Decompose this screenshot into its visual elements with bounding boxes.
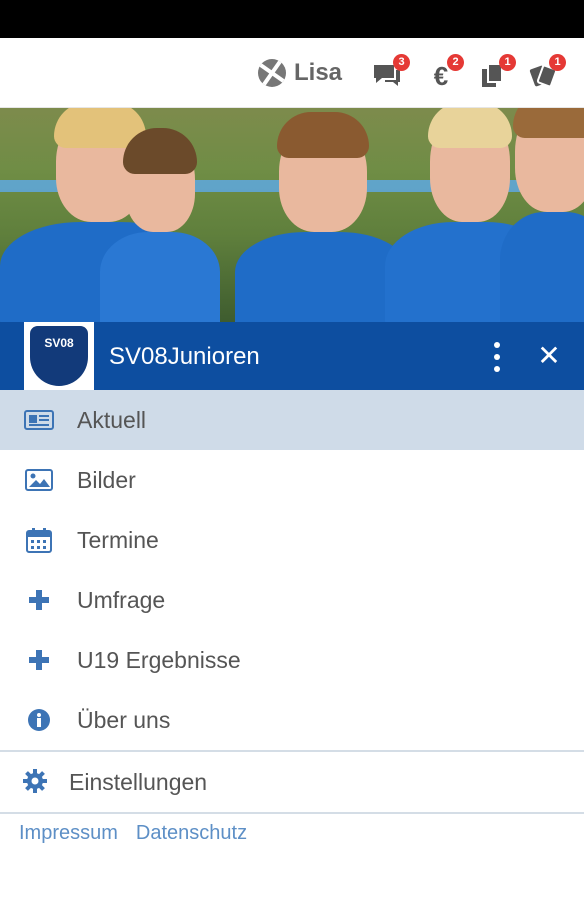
payments-badge: 2 xyxy=(447,54,464,71)
menu-divider xyxy=(0,812,584,814)
info-icon xyxy=(24,706,54,734)
settings-label: Einstellungen xyxy=(69,768,208,795)
user-menu[interactable]: Lisa xyxy=(258,56,342,90)
menu-item-u19-ergebnisse[interactable]: U19 Ergebnisse xyxy=(0,630,584,690)
menu-item-label: Über uns xyxy=(77,706,171,733)
documents-button[interactable]: 1 xyxy=(478,54,516,92)
menu-item-label: Umfrage xyxy=(77,586,166,613)
menu-item-einstellungen[interactable]: Einstellungen xyxy=(0,752,584,812)
tickets-badge: 1 xyxy=(549,54,566,71)
club-crest: SV08 xyxy=(30,326,88,386)
menu-item-aktuell[interactable]: Aktuell xyxy=(0,390,584,450)
image-icon xyxy=(24,466,54,494)
menu-item-termine[interactable]: Termine xyxy=(0,510,584,570)
menu-item-umfrage[interactable]: Umfrage xyxy=(0,570,584,630)
navigation-menu: Aktuell Bilder Termine Umfrage U19 Ergeb… xyxy=(0,390,584,814)
newspaper-icon xyxy=(24,406,54,434)
impressum-link[interactable]: Impressum xyxy=(19,822,118,845)
club-name: SV08Junioren xyxy=(109,343,260,370)
payments-button[interactable]: € 2 xyxy=(426,54,464,92)
gear-icon xyxy=(22,768,50,796)
photo-player xyxy=(235,112,410,322)
plus-icon xyxy=(24,646,54,674)
menu-item-ueber-uns[interactable]: Über uns xyxy=(0,690,584,750)
more-options-icon[interactable] xyxy=(492,342,502,372)
photo-player xyxy=(500,108,584,322)
chat-button[interactable]: 3 xyxy=(372,54,410,92)
drawer-header: SV08 SV08Junioren ✕ xyxy=(0,322,584,390)
tickets-button[interactable]: 1 xyxy=(528,54,566,92)
photo-player xyxy=(100,128,220,322)
club-header-photo xyxy=(0,108,584,322)
menu-item-label: Bilder xyxy=(77,466,136,493)
plus-icon xyxy=(24,586,54,614)
datenschutz-link[interactable]: Datenschutz xyxy=(136,822,247,845)
close-icon[interactable]: ✕ xyxy=(535,342,563,370)
chat-badge: 3 xyxy=(393,54,410,71)
documents-badge: 1 xyxy=(499,54,516,71)
menu-item-label: Aktuell xyxy=(77,406,147,433)
menu-item-label: Termine xyxy=(77,526,159,553)
club-logo: SV08 xyxy=(24,322,94,390)
footer-links: Impressum Datenschutz xyxy=(19,822,247,845)
football-icon xyxy=(258,59,286,87)
calendar-icon xyxy=(24,526,54,554)
top-bar: Lisa 3 € 2 1 1 xyxy=(0,38,584,108)
status-bar xyxy=(0,0,584,38)
menu-item-bilder[interactable]: Bilder xyxy=(0,450,584,510)
user-name: Lisa xyxy=(294,59,343,86)
menu-item-label: U19 Ergebnisse xyxy=(77,646,241,673)
